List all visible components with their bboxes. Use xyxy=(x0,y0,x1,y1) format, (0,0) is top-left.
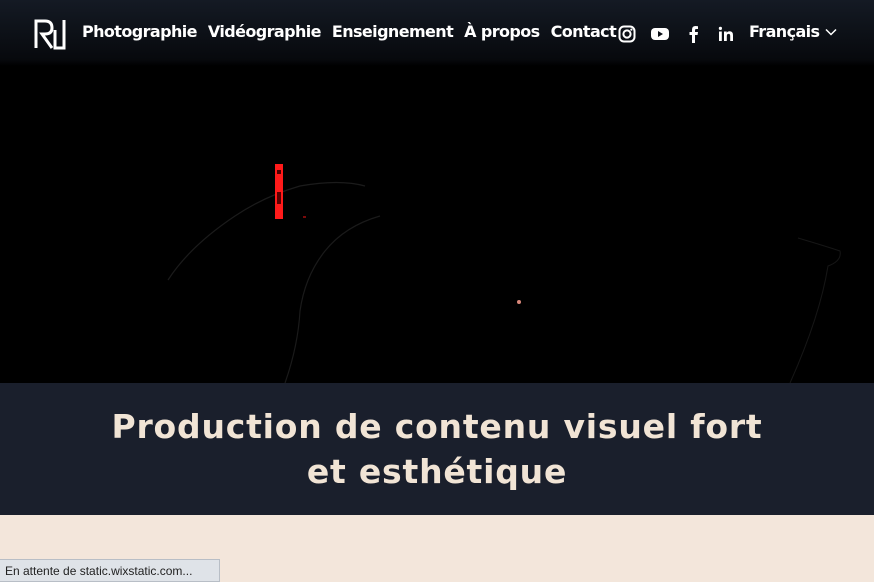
main-nav: Photographie Vidéographie Enseignement À… xyxy=(82,22,617,41)
browser-status-bar: En attente de static.wixstatic.com... xyxy=(0,559,220,582)
hero-image xyxy=(0,66,874,384)
nav-videographie[interactable]: Vidéographie xyxy=(208,22,322,41)
language-label: Français xyxy=(749,22,820,41)
nav-enseignement[interactable]: Enseignement xyxy=(332,22,454,41)
language-selector[interactable]: Français xyxy=(749,22,838,41)
nav-photographie[interactable]: Photographie xyxy=(82,22,197,41)
youtube-icon[interactable] xyxy=(650,24,670,44)
facebook-icon[interactable] xyxy=(683,24,703,44)
site-header: Photographie Vidéographie Enseignement À… xyxy=(0,0,874,66)
headline-line-2: et esthétique xyxy=(306,452,568,491)
linkedin-icon[interactable] xyxy=(716,24,736,44)
nav-contact[interactable]: Contact xyxy=(551,22,617,41)
social-links xyxy=(617,24,736,44)
instagram-icon[interactable] xyxy=(617,24,637,44)
headline-line-1: Production de contenu visuel fort xyxy=(111,407,763,446)
tagline-banner: Production de contenu visuel fort et est… xyxy=(0,383,874,515)
chevron-down-icon xyxy=(825,23,838,41)
rd-monogram-icon[interactable] xyxy=(34,18,66,50)
page-headline: Production de contenu visuel fort et est… xyxy=(111,404,762,494)
nav-a-propos[interactable]: À propos xyxy=(464,22,540,41)
